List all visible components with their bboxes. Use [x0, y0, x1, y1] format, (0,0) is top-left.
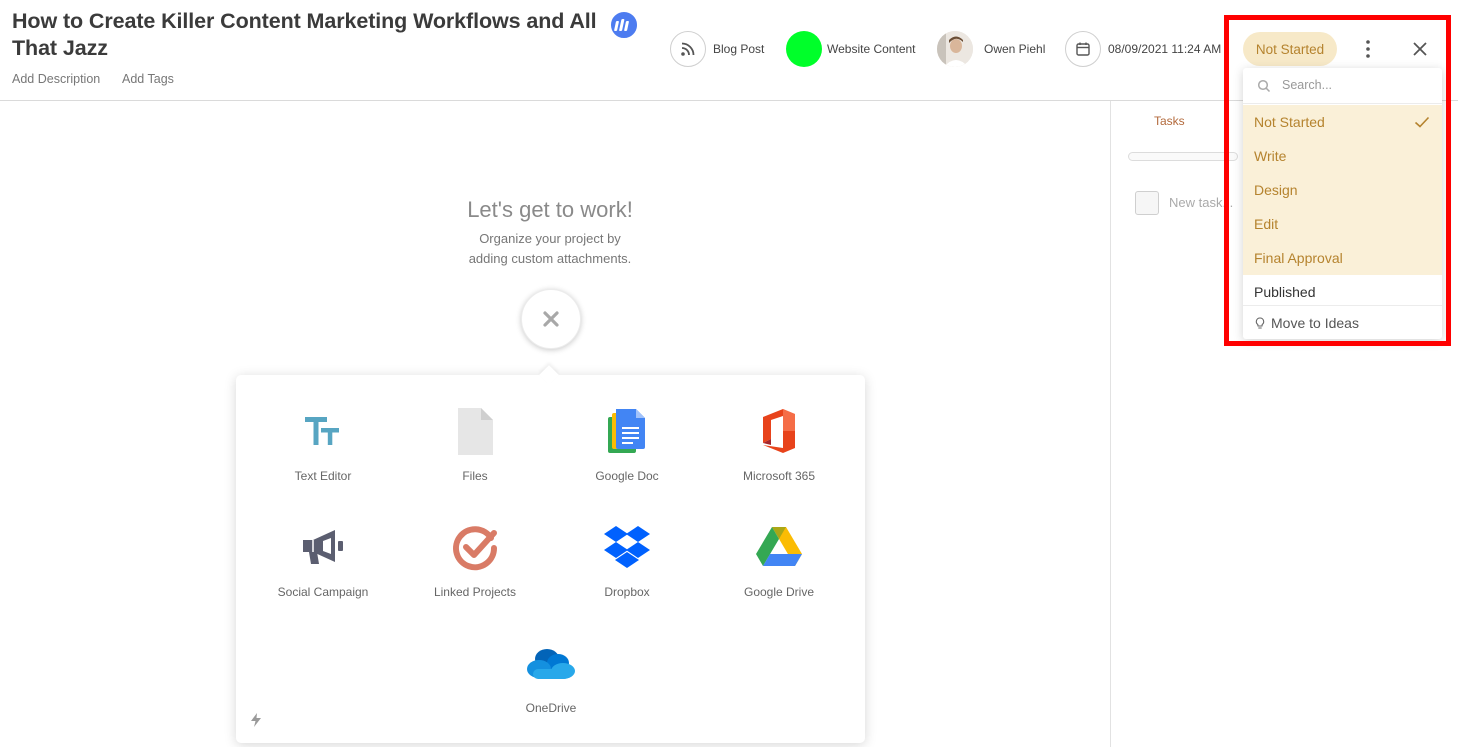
dropbox-icon	[604, 526, 650, 568]
google-doc-icon	[608, 409, 645, 453]
highlight-box	[1224, 15, 1451, 346]
calendar-label[interactable]: Website Content	[827, 42, 916, 56]
attachment-label: Social Campaign	[277, 585, 369, 599]
content-type-label[interactable]: Blog Post	[713, 42, 764, 56]
text-editor-icon	[305, 417, 339, 445]
google-drive-icon	[756, 527, 802, 566]
tab-tasks[interactable]: Tasks	[1154, 114, 1185, 128]
content-type-button[interactable]	[670, 31, 706, 67]
calendar-icon	[1076, 42, 1090, 56]
attachment-files[interactable]: Files	[400, 407, 550, 483]
attachment-social-campaign[interactable]: Social Campaign	[248, 523, 398, 599]
close-icon	[543, 311, 559, 327]
page-title[interactable]: How to Create Killer Content Marketing W…	[12, 8, 632, 62]
attachment-label: Google Doc	[595, 469, 659, 483]
coschedule-logo-icon	[609, 10, 639, 40]
rss-icon	[681, 42, 695, 56]
linked-projects-icon	[453, 526, 498, 571]
new-task-checkbox[interactable]	[1135, 191, 1159, 215]
empty-state-title: Let's get to work!	[467, 197, 633, 222]
due-date-button[interactable]	[1065, 31, 1101, 67]
attachment-label: Dropbox	[604, 585, 650, 599]
files-icon	[458, 408, 493, 455]
megaphone-icon	[303, 530, 343, 564]
empty-state-line-1: Organize your project by	[479, 231, 621, 246]
due-date-text[interactable]: 08/09/2021 11:24 AM	[1108, 42, 1221, 56]
attachment-label: Files	[462, 469, 488, 483]
attachment-label: Text Editor	[294, 469, 352, 483]
attachment-linked-projects[interactable]: Linked Projects	[400, 523, 550, 599]
onedrive-icon	[527, 649, 575, 679]
empty-state-line-2: adding custom attachments.	[468, 251, 632, 266]
attachment-label: Linked Projects	[433, 585, 517, 599]
microsoft-365-icon	[763, 409, 795, 453]
owner-name[interactable]: Owen Piehl	[984, 42, 1045, 56]
add-tags-link[interactable]: Add Tags	[122, 72, 174, 86]
attachment-label: Microsoft 365	[742, 469, 816, 483]
attachment-microsoft-365[interactable]: Microsoft 365	[704, 407, 854, 483]
attachment-label: OneDrive	[525, 701, 577, 715]
attachment-text-editor[interactable]: Text Editor	[248, 407, 398, 483]
calendar-color-dot[interactable]	[786, 31, 822, 67]
close-attachments-button[interactable]	[521, 289, 581, 349]
tasks-progress-bar	[1128, 152, 1238, 161]
attachment-label: Google Drive	[743, 585, 815, 599]
add-description-link[interactable]: Add Description	[12, 72, 100, 86]
lightning-icon[interactable]	[250, 712, 262, 728]
attachment-dropbox[interactable]: Dropbox	[552, 523, 702, 599]
attachment-onedrive[interactable]: OneDrive	[476, 639, 626, 715]
attachment-google-doc[interactable]: Google Doc	[552, 407, 702, 483]
owner-avatar[interactable]	[937, 31, 973, 67]
attachment-google-drive[interactable]: Google Drive	[704, 523, 854, 599]
panel-divider	[1110, 101, 1111, 747]
